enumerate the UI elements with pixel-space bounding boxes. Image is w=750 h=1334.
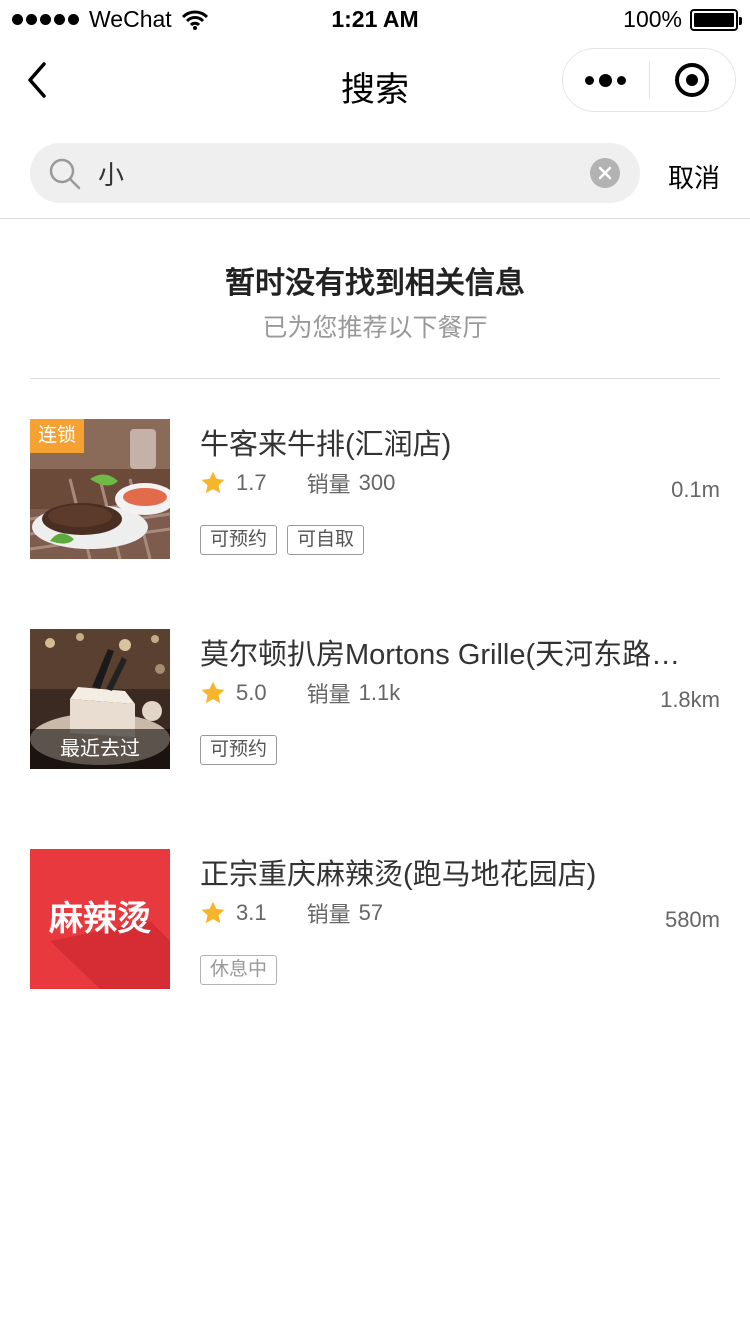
rating-value: 1.7 (236, 470, 267, 495)
restaurant-card[interactable]: 连锁 牛客来牛排(汇润店) 1.7 销量 300 0.1m 可预约 可自取 (0, 419, 750, 579)
cancel-button[interactable]: 取消 (668, 158, 720, 195)
rating-value: 5.0 (236, 680, 267, 705)
restaurant-name: 牛客来牛排(汇润店) (200, 429, 452, 461)
search-box (30, 143, 640, 203)
sales-value: 57 (358, 900, 384, 925)
sales-value: 300 (358, 470, 396, 495)
sales-label: 销量 (306, 472, 351, 497)
search-icon (49, 158, 81, 190)
restaurant-name: 正宗重庆麻辣烫(跑马地花园店) (200, 859, 597, 891)
tag-closed: 休息中 (200, 955, 278, 985)
divider (0, 218, 750, 219)
restaurant-thumbnail: 最近去过 (30, 629, 170, 769)
rating-value: 3.1 (236, 900, 267, 925)
tag-list: 可预约 (200, 735, 278, 765)
recent-badge: 最近去过 (30, 729, 170, 769)
divider (30, 378, 720, 379)
nav-bar: 搜索 (0, 40, 750, 128)
logo-image: 麻辣烫 (30, 849, 170, 989)
target-icon (675, 63, 710, 97)
sales-value: 1.1k (358, 680, 401, 705)
star-icon (201, 471, 225, 494)
status-bar: WeChat 1:21 AM 100% (0, 0, 750, 40)
tag-pickup: 可自取 (287, 525, 365, 555)
tag-reservable: 可预约 (200, 525, 278, 555)
tag-list: 休息中 (200, 955, 278, 985)
restaurant-name: 莫尔顿扒房Mortons Grille(天河东路… (200, 639, 681, 671)
empty-subtitle: 已为您推荐以下餐厅 (262, 314, 488, 342)
sales-label: 销量 (306, 902, 351, 927)
search-bar: 取消 (0, 128, 750, 218)
restaurant-meta: 3.1 销量 57 (200, 897, 383, 929)
battery-icon (690, 8, 742, 31)
status-right: 100% (623, 6, 742, 33)
battery-percent: 100% (623, 6, 682, 32)
search-input[interactable] (98, 155, 578, 191)
clear-button[interactable] (590, 158, 620, 188)
restaurant-card[interactable]: 麻辣烫 正宗重庆麻辣烫(跑马地花园店) 3.1 销量 57 580m 休息中 (0, 849, 750, 1009)
restaurant-meta: 1.7 销量 300 (200, 467, 395, 499)
more-button[interactable] (563, 48, 649, 112)
empty-title: 暂时没有找到相关信息 (225, 267, 525, 300)
sales-label: 销量 (306, 682, 351, 707)
distance: 0.1m (671, 477, 720, 502)
close-button[interactable] (650, 48, 736, 112)
mini-program-capsule (562, 48, 736, 112)
star-icon (201, 681, 225, 704)
restaurant-card[interactable]: 最近去过 莫尔顿扒房Mortons Grille(天河东路… 5.0 销量 1.… (0, 629, 750, 789)
distance: 580m (664, 907, 720, 932)
chain-badge: 连锁 (30, 419, 85, 453)
star-icon (201, 901, 225, 924)
tag-list: 可预约 可自取 (200, 525, 365, 555)
restaurant-meta: 5.0 销量 1.1k (200, 677, 400, 709)
logo-text: 麻辣烫 (49, 899, 151, 939)
close-icon (598, 166, 612, 180)
tag-reservable: 可预约 (200, 735, 278, 765)
restaurant-thumbnail: 麻辣烫 (30, 849, 170, 989)
distance: 1.8km (660, 687, 720, 712)
restaurant-thumbnail: 连锁 (30, 419, 170, 559)
